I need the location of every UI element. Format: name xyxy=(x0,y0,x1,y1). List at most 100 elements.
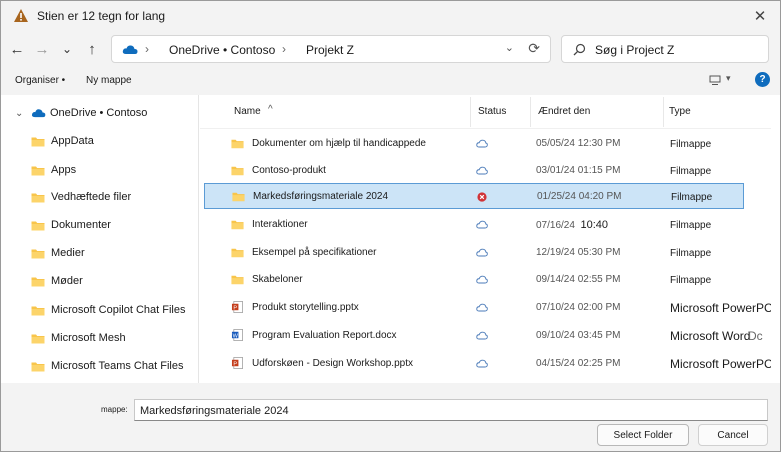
bottom-bar: mappe: Markedsføringsmateriale 2024 Sele… xyxy=(1,383,780,451)
file-name: Markedsføringsmateriale 2024 xyxy=(253,191,389,202)
table-row[interactable]: W Program Evaluation Report.docx 09/10/24 … xyxy=(204,323,763,349)
column-divider[interactable] xyxy=(470,97,471,127)
sidebar-item-folder[interactable]: Apps xyxy=(31,160,76,180)
forward-arrow-icon[interactable]: → xyxy=(32,39,52,59)
new-folder-button[interactable]: Ny mappe xyxy=(86,75,132,86)
sidebar-item-label: Medier xyxy=(51,247,85,259)
help-icon[interactable]: ? xyxy=(755,72,770,87)
table-row[interactable]: Eksempel på specifikationer 12/19/24 05:3… xyxy=(204,240,744,266)
folder-icon xyxy=(31,137,45,146)
column-divider[interactable] xyxy=(663,97,664,127)
modified-date: 03/01/24 01:15 PM xyxy=(536,165,621,176)
file-name: Eksempel på specifikationer xyxy=(252,247,377,258)
sidebar-item-folder[interactable]: Medier xyxy=(31,243,85,263)
sidebar-item-folder[interactable]: Dokumenter xyxy=(31,215,111,235)
sidebar-item-label: Microsoft Mesh xyxy=(51,332,126,344)
folder-name-input[interactable]: Markedsføringsmateriale 2024 xyxy=(134,399,768,421)
breadcrumb-onedrive[interactable]: OneDrive • Contoso xyxy=(169,43,275,57)
refresh-icon[interactable]: ⟳ xyxy=(528,40,540,57)
file-type: Filmappe xyxy=(670,248,712,259)
sidebar-item-folder[interactable]: Vedhæftede filer xyxy=(31,187,131,207)
column-header-row: Name ^ Status Ændret den Type xyxy=(200,95,771,129)
cloud-status-icon xyxy=(476,220,488,229)
address-dropdown-icon[interactable]: ⌄ xyxy=(505,41,514,54)
modified-date: 09/14/24 02:55 PM xyxy=(536,274,621,285)
view-icon xyxy=(709,75,721,85)
modified-date: 07/10/24 02:00 PM xyxy=(536,302,621,313)
title-bar: Stien er 12 tegn for lang ✕ xyxy=(1,1,780,31)
table-row[interactable]: Interaktioner 07/16/24 10:40 Filmappe xyxy=(204,212,744,238)
table-row[interactable]: P Produkt storytelling.pptx 07/10/24 02:00… xyxy=(204,295,771,321)
file-name: Skabeloner xyxy=(252,274,303,285)
view-dropdown-icon: ▾ xyxy=(726,73,731,83)
modified-date: 07/16/24 10:40 xyxy=(536,219,608,231)
search-box[interactable]: Søg i Project Z xyxy=(561,35,769,63)
modified-date-value: 09/14/24 02:55 PM xyxy=(536,274,621,285)
svg-text:P: P xyxy=(233,361,237,367)
organize-button[interactable]: Organiser • xyxy=(15,75,65,86)
warning-icon xyxy=(14,9,28,22)
svg-text:P: P xyxy=(233,305,237,311)
modified-date-value: 01/25/24 04:20 PM xyxy=(537,191,622,202)
folder-picker-dialog: Stien er 12 tegn for lang ✕ ← → ⌄ ↑ › On… xyxy=(0,0,781,452)
file-list: Name ^ Status Ændret den Type Dokumenter… xyxy=(200,95,771,383)
column-header-type[interactable]: Type xyxy=(669,106,691,117)
column-header-name[interactable]: Name xyxy=(234,106,261,117)
sidebar-item-folder[interactable]: Møder xyxy=(31,271,83,291)
sort-ascending-icon: ^ xyxy=(268,104,273,115)
cancel-button[interactable]: Cancel xyxy=(698,424,768,446)
select-folder-button[interactable]: Select Folder xyxy=(597,424,689,446)
search-placeholder: Søg i Project Z xyxy=(595,43,675,57)
table-row[interactable]: Skabeloner 09/14/24 02:55 PM Filmappe xyxy=(204,267,744,293)
cloud-status-icon xyxy=(476,303,488,312)
folder-icon xyxy=(31,166,45,175)
sidebar-item-folder[interactable]: Microsoft Copilot Chat Files xyxy=(31,300,186,320)
modified-date-value: 05/05/24 12:30 PM xyxy=(536,138,621,149)
up-arrow-icon[interactable]: ↑ xyxy=(82,39,102,59)
sidebar-item-folder[interactable]: Microsoft Teams Chat Files xyxy=(31,356,183,376)
vertical-scrollbar[interactable] xyxy=(771,95,780,383)
sidebar-item-folder[interactable]: AppData xyxy=(31,131,94,151)
table-row[interactable]: Contoso-produkt 03/01/24 01:15 PM Filmappe xyxy=(204,158,744,184)
recent-locations-chevron-icon[interactable]: ⌄ xyxy=(57,39,77,59)
sidebar-item-label: Microsoft Teams Chat Files xyxy=(51,360,184,372)
table-row[interactable]: Dokumenter om hjælp til handicappede 05/0… xyxy=(204,131,744,157)
file-name: Dokumenter om hjælp til handicappede xyxy=(252,138,426,149)
folder-icon xyxy=(31,306,45,315)
close-icon[interactable]: ✕ xyxy=(748,5,772,27)
table-row[interactable]: Markedsføringsmateriale 2024 01/25/24 04:… xyxy=(204,183,744,209)
file-type: Microsoft Word xyxy=(670,329,751,343)
folder-icon xyxy=(231,275,244,285)
sidebar-item-label: Dokumenter xyxy=(51,219,111,231)
column-divider[interactable] xyxy=(530,97,531,127)
column-header-modified[interactable]: Ændret den xyxy=(538,106,590,117)
address-bar[interactable]: › OneDrive • Contoso › Projekt Z ⌄ ⟳ xyxy=(111,35,551,63)
folder-icon xyxy=(231,139,244,149)
view-options-button[interactable]: ▾ xyxy=(709,73,735,89)
navigation-pane: ⌄ OneDrive • Contoso AppData Apps Vedhæfte… xyxy=(1,95,199,383)
sidebar-item-label: Vedhæftede filer xyxy=(51,191,132,203)
expand-chevron-icon[interactable]: ⌄ xyxy=(15,108,31,119)
breadcrumb-projekt-z[interactable]: Projekt Z xyxy=(306,43,354,57)
file-name: Contoso-produkt xyxy=(252,165,326,176)
cloud-status-icon xyxy=(476,359,488,368)
word-file-icon: W xyxy=(231,329,243,341)
sync-error-icon xyxy=(477,192,487,202)
file-name: Produkt storytelling.pptx xyxy=(252,302,359,313)
modified-date-value: 07/16/24 xyxy=(536,220,575,231)
folder-icon xyxy=(31,334,45,343)
sidebar-item-onedrive[interactable]: ⌄ OneDrive • Contoso xyxy=(15,107,147,119)
file-type: Microsoft PowerPC xyxy=(670,357,771,371)
folder-icon xyxy=(31,362,45,371)
back-arrow-icon[interactable]: ← xyxy=(7,39,27,59)
column-header-status[interactable]: Status xyxy=(478,106,506,117)
dialog-title: Stien er 12 tegn for lang xyxy=(37,9,166,23)
svg-text:W: W xyxy=(233,333,239,339)
sidebar-item-folder[interactable]: Microsoft Mesh xyxy=(31,328,126,348)
navigation-bar: ← → ⌄ ↑ › OneDrive • Contoso › Projekt Z… xyxy=(1,31,780,67)
modified-date: 01/25/24 04:20 PM xyxy=(537,191,622,202)
modified-date-value: 04/15/24 02:25 PM xyxy=(536,358,621,369)
truncated-column-text: Dc xyxy=(748,329,763,343)
table-row[interactable]: P Udforskøen - Design Workshop.pptx 04/15/… xyxy=(204,351,771,377)
cloud-status-icon xyxy=(476,139,488,148)
